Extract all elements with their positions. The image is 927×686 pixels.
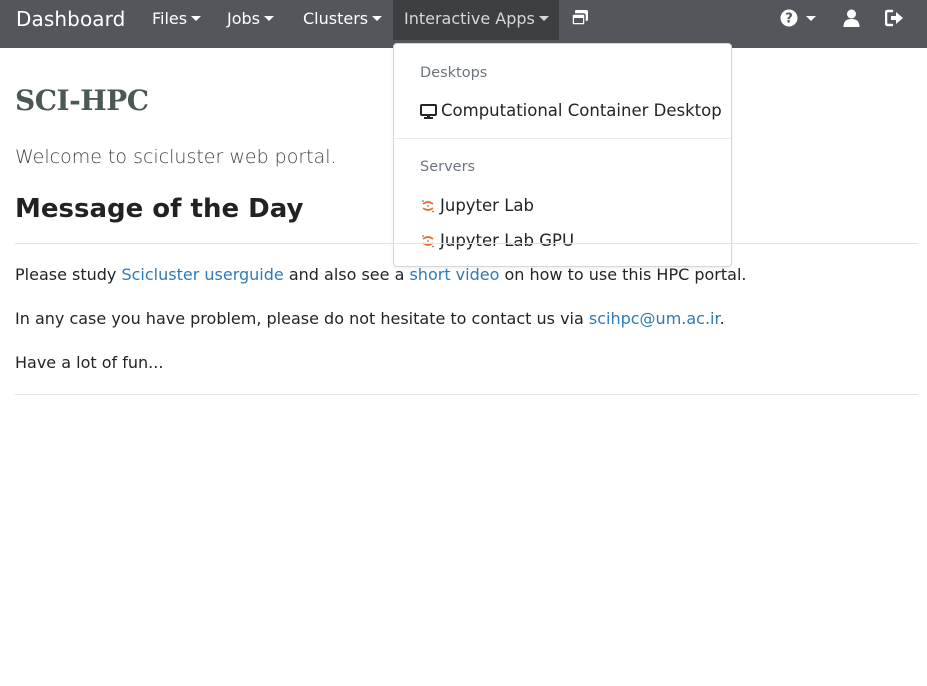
menu-item-computational-container-desktop[interactable]: Computational Container Desktop (420, 101, 722, 123)
nav-files-dropdown[interactable]: Files (141, 0, 212, 40)
text: . (719, 309, 725, 328)
jupyter-icon (420, 198, 436, 218)
help-dropdown[interactable]: ? (780, 9, 818, 29)
menu-divider (394, 138, 731, 139)
nav-files-label: Files (152, 9, 188, 28)
brand-dashboard-link[interactable]: Dashboard (16, 7, 125, 31)
welcome-text: Welcome to scicluster web portal. (15, 146, 337, 168)
logout-icon[interactable] (884, 9, 904, 29)
nav-clusters-label: Clusters (303, 9, 369, 28)
nav-interactive-apps-dropdown[interactable]: Interactive Apps (393, 0, 559, 40)
divider (15, 243, 918, 244)
monitor-icon (420, 104, 437, 123)
menu-item-jupyter-lab[interactable]: Jupyter Lab (420, 196, 534, 218)
text: Please study (15, 265, 122, 284)
text: and also see a (283, 265, 410, 284)
divider (15, 394, 918, 395)
motd-paragraph-fun: Have a lot of fun... (15, 353, 164, 372)
nav-interactive-apps-label: Interactive Apps (404, 9, 535, 28)
text: on how to use this HPC portal. (499, 265, 747, 284)
top-navbar: Dashboard Files Jobs Clusters Interactiv… (0, 0, 927, 48)
menu-item-label: Jupyter Lab GPU (440, 231, 575, 250)
caret-down-icon (538, 16, 549, 21)
nav-clusters-dropdown[interactable]: Clusters (292, 0, 393, 40)
nav-jobs-dropdown[interactable]: Jobs (216, 0, 285, 40)
menu-item-label: Jupyter Lab (440, 196, 534, 215)
userguide-link[interactable]: Scicluster userguide (121, 265, 283, 284)
user-icon[interactable] (843, 9, 860, 29)
caret-down-icon (372, 16, 383, 21)
svg-text:?: ? (785, 12, 793, 27)
menu-item-label: Computational Container Desktop (441, 101, 722, 120)
menu-item-jupyter-lab-gpu[interactable]: Jupyter Lab GPU (420, 231, 574, 253)
nav-jobs-label: Jobs (227, 9, 260, 28)
contact-email-link[interactable]: scihpc@um.ac.ir (589, 309, 720, 328)
help-icon: ? (780, 9, 816, 27)
menu-header-servers: Servers (420, 159, 476, 175)
motd-paragraph-contact: In any case you have problem, please do … (15, 309, 725, 328)
caret-down-icon (264, 16, 274, 21)
text: In any case you have problem, please do … (15, 309, 589, 328)
motd-paragraph-guide: Please study Scicluster userguide and al… (15, 265, 746, 284)
short-video-link[interactable]: short video (409, 265, 499, 284)
menu-header-desktops: Desktops (420, 65, 488, 81)
motd-title: Message of the Day (15, 194, 304, 224)
caret-down-icon (191, 16, 202, 21)
interactive-apps-menu: Desktops Computational Container Desktop… (393, 43, 732, 267)
windows-icon[interactable] (571, 10, 589, 30)
site-title: SCI-HPC (15, 84, 149, 117)
